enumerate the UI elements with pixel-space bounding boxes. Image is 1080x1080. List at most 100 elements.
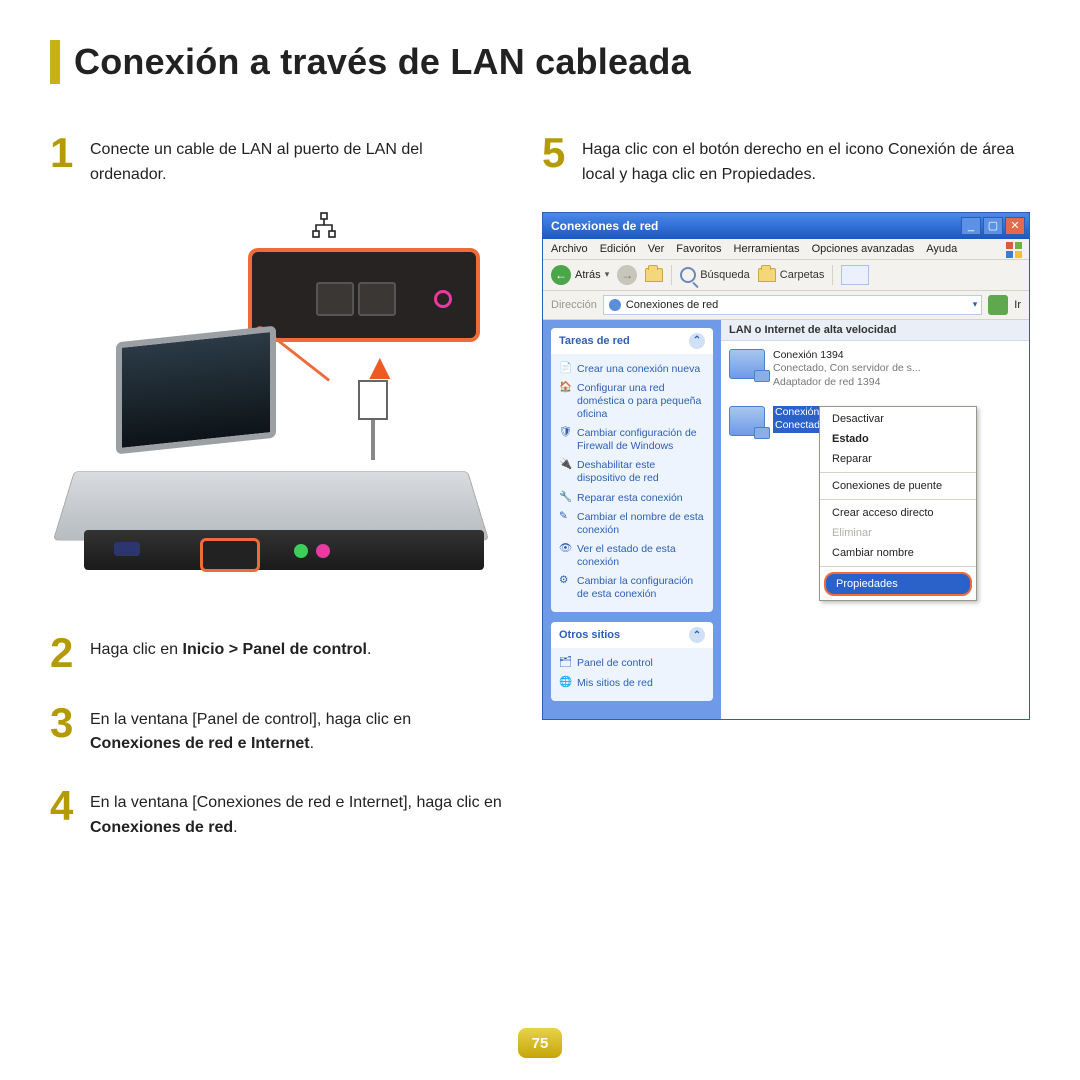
step-text-part: . xyxy=(233,819,237,836)
menu-item[interactable]: Edición xyxy=(600,243,636,255)
window-titlebar[interactable]: Conexiones de red _ ▢ ✕ xyxy=(543,213,1029,239)
back-button[interactable]: ← Atrás ▾ xyxy=(551,265,609,285)
menu-item-rename[interactable]: Cambiar nombre xyxy=(820,543,976,563)
tasks-sidebar: Tareas de red ⌃ 📄Crear una conexión nuev… xyxy=(543,320,721,719)
vga-port-icon xyxy=(114,542,140,556)
step-text: En la ventana [Panel de control], haga c… xyxy=(90,702,502,758)
task-icon: 👁 xyxy=(559,542,571,554)
chevron-down-icon: ▾ xyxy=(605,269,610,280)
go-label: Ir xyxy=(1014,299,1021,311)
step-text-part: En la ventana [Panel de control], haga c… xyxy=(90,711,411,728)
step-2: 2 Haga clic en Inicio > Panel de control… xyxy=(50,632,502,674)
task-link[interactable]: 🔧Reparar esta conexión xyxy=(559,489,705,508)
menu-item-shortcut[interactable]: Crear acceso directo xyxy=(820,503,976,523)
connections-pane: LAN o Internet de alta velocidad Conexió… xyxy=(721,320,1029,719)
laptop-side xyxy=(84,530,484,570)
task-link[interactable]: 🔌Deshabilitar este dispositivo de red xyxy=(559,456,705,488)
step-text-bold: Conexiones de red e Internet xyxy=(90,735,310,752)
menu-item[interactable]: Archivo xyxy=(551,243,588,255)
search-button[interactable]: Búsqueda xyxy=(680,267,750,283)
step-text-part: En la ventana [Conexiones de red e Inter… xyxy=(90,794,502,811)
step-number: 4 xyxy=(50,785,80,841)
step-text-part: Haga clic en xyxy=(90,641,183,658)
menu-item[interactable]: Ayuda xyxy=(926,243,957,255)
step-number: 5 xyxy=(542,132,572,188)
chevron-down-icon[interactable]: ▾ xyxy=(973,299,978,310)
back-arrow-icon: ← xyxy=(551,265,571,285)
task-link[interactable]: 🛡Cambiar configuración de Firewall de Wi… xyxy=(559,424,705,456)
menu-item[interactable]: Ver xyxy=(648,243,665,255)
search-label: Búsqueda xyxy=(700,269,750,281)
task-icon: ⚙ xyxy=(559,574,571,586)
maximize-button[interactable]: ▢ xyxy=(983,217,1003,235)
menu-item-delete: Eliminar xyxy=(820,523,976,543)
menu-item[interactable]: Opciones avanzadas xyxy=(812,243,915,255)
address-input[interactable]: Conexiones de red ▾ xyxy=(603,295,982,315)
connection-status: Conectado, Con servidor de s... xyxy=(773,362,921,376)
menu-separator xyxy=(820,472,976,473)
step-3: 3 En la ventana [Panel de control], haga… xyxy=(50,702,502,758)
close-button[interactable]: ✕ xyxy=(1005,217,1025,235)
place-link[interactable]: 🗂Panel de control xyxy=(559,654,705,673)
place-link[interactable]: 🌐Mis sitios de red xyxy=(559,674,705,693)
folders-button[interactable]: Carpetas xyxy=(758,268,825,282)
audio-jack-green-icon xyxy=(294,544,308,558)
menu-item-status[interactable]: Estado xyxy=(820,429,976,449)
section-header: LAN o Internet de alta velocidad xyxy=(721,320,1029,341)
connection-icon xyxy=(729,406,765,436)
laptop-screen xyxy=(116,325,276,454)
go-button[interactable] xyxy=(988,295,1008,315)
audio-jack-pink-icon xyxy=(316,544,330,558)
tasks-panel: Tareas de red ⌃ 📄Crear una conexión nuev… xyxy=(551,328,713,613)
network-connections-window: Conexiones de red _ ▢ ✕ Archivo Edición … xyxy=(542,212,1030,720)
page-title: Conexión a través de LAN cableada xyxy=(74,41,691,83)
step-text: Conecte un cable de LAN al puerto de LAN… xyxy=(90,132,502,188)
step-number: 1 xyxy=(50,132,80,188)
step-text-part: . xyxy=(367,641,371,658)
step-4: 4 En la ventana [Conexiones de red e Int… xyxy=(50,785,502,841)
network-icon xyxy=(608,298,622,312)
step-text: Haga clic en Inicio > Panel de control. xyxy=(90,632,371,674)
ethernet-port-icon xyxy=(358,282,396,316)
step-number: 2 xyxy=(50,632,80,674)
step-1: 1 Conecte un cable de LAN al puerto de L… xyxy=(50,132,502,188)
network-port-icon xyxy=(310,212,338,247)
panel-header[interactable]: Otros sitios ⌃ xyxy=(551,622,713,648)
task-link[interactable]: 👁Ver el estado de esta conexión xyxy=(559,540,705,572)
connection-item-1394[interactable]: Conexión 1394 Conectado, Con servidor de… xyxy=(721,341,1029,398)
task-link[interactable]: 🏠Configurar una red doméstica o para peq… xyxy=(559,379,705,424)
panel-title: Tareas de red xyxy=(559,335,630,347)
forward-button[interactable]: → xyxy=(617,265,637,285)
menu-item-repair[interactable]: Reparar xyxy=(820,449,976,469)
address-value: Conexiones de red xyxy=(626,299,718,311)
menu-separator xyxy=(820,566,976,567)
places-list: 🗂Panel de control 🌐Mis sitios de red xyxy=(551,648,713,700)
folders-label: Carpetas xyxy=(780,269,825,281)
task-link[interactable]: ✎Cambiar el nombre de esta conexión xyxy=(559,508,705,540)
up-button[interactable] xyxy=(645,268,663,282)
minimize-button[interactable]: _ xyxy=(961,217,981,235)
page-title-row: Conexión a través de LAN cableada xyxy=(50,40,1030,84)
connection-icon xyxy=(729,349,765,379)
menu-item-bridge[interactable]: Conexiones de puente xyxy=(820,476,976,496)
views-button[interactable] xyxy=(841,265,869,285)
step-5: 5 Haga clic con el botón derecho en el i… xyxy=(542,132,1030,188)
lan-port-highlight xyxy=(200,538,260,572)
step-text-bold: Conexiones de red xyxy=(90,819,233,836)
toolbar: ← Atrás ▾ → Búsqueda Carpetas xyxy=(543,260,1029,291)
address-label: Dirección xyxy=(551,299,597,311)
address-bar: Dirección Conexiones de red ▾ Ir xyxy=(543,291,1029,320)
chevron-up-icon: ⌃ xyxy=(689,627,705,643)
menu-item-disable[interactable]: Desactivar xyxy=(820,409,976,429)
task-link[interactable]: 📄Crear una conexión nueva xyxy=(559,360,705,379)
window-title: Conexiones de red xyxy=(551,219,959,233)
step-text-part: . xyxy=(310,735,314,752)
task-link[interactable]: ⚙Cambiar la configuración de esta conexi… xyxy=(559,572,705,604)
menu-item[interactable]: Favoritos xyxy=(676,243,721,255)
panel-header[interactable]: Tareas de red ⌃ xyxy=(551,328,713,354)
task-list: 📄Crear una conexión nueva 🏠Configurar un… xyxy=(551,354,713,613)
right-column: 5 Haga clic con el botón derecho en el i… xyxy=(542,132,1030,865)
menu-item-properties[interactable]: Propiedades xyxy=(820,570,976,598)
menu-item[interactable]: Herramientas xyxy=(734,243,800,255)
connection-text: Conexión 1394 Conectado, Con servidor de… xyxy=(773,349,921,390)
